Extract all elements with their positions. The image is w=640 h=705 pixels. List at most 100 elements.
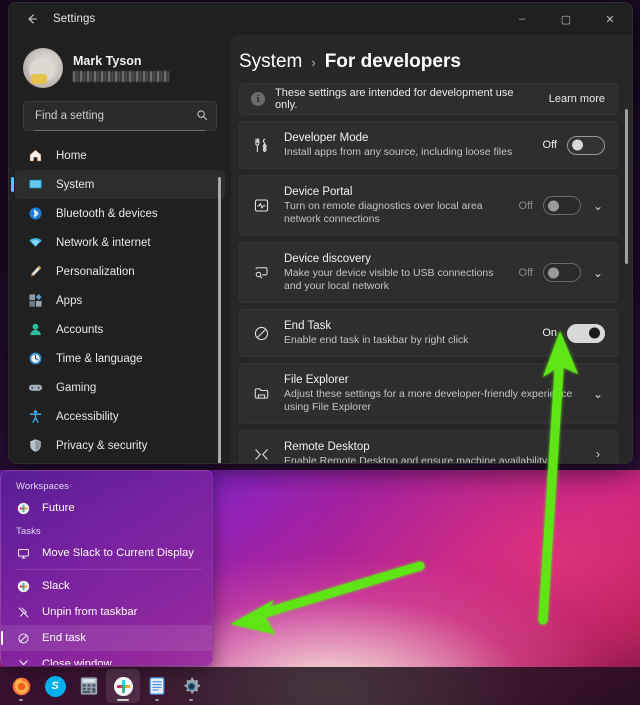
sidebar-item-label: System — [56, 179, 94, 191]
setting-description: Make your device visible to USB connecti… — [284, 267, 507, 293]
maximize-button[interactable]: ▢ — [544, 3, 588, 35]
learn-more-link[interactable]: Learn more — [549, 93, 605, 105]
account-section[interactable]: Mark Tyson — [9, 37, 231, 95]
context-item-unpin-from-taskbar[interactable]: Unpin from taskbar — [1, 599, 212, 625]
taskbar-item-slack[interactable] — [106, 669, 140, 703]
sidebar-item-accounts[interactable]: Accounts — [15, 315, 225, 344]
setting-row-developer-mode[interactable]: Developer Mode Install apps from any sou… — [239, 121, 618, 169]
sidebar-item-accessibility[interactable]: Accessibility — [15, 402, 225, 431]
toggle-state-label: Off — [543, 139, 557, 151]
chevron-right-icon[interactable]: › — [591, 447, 605, 461]
accessibility-icon — [27, 408, 44, 425]
setting-text: End Task Enable end task in taskbar by r… — [284, 319, 530, 347]
toggle-state-label: Off — [519, 267, 533, 279]
setting-text: Device discovery Make your device visibl… — [284, 252, 507, 293]
sidebar-scrollbar[interactable] — [218, 177, 221, 464]
taskbar: S — [0, 667, 640, 705]
close-icon — [16, 658, 30, 667]
taskbar-item-notepad[interactable] — [140, 669, 174, 703]
system-icon — [27, 176, 44, 193]
taskbar-item-skype[interactable]: S — [38, 669, 72, 703]
context-item-close-window[interactable]: Close window — [1, 651, 212, 666]
settings-sidebar: Mark Tyson Find a setting — [9, 35, 231, 464]
close-button[interactable]: ✕ — [588, 3, 632, 35]
context-item-future[interactable]: Future — [1, 495, 212, 521]
toggle-knob — [572, 140, 583, 151]
setting-text: File Explorer Adjust these settings for … — [284, 373, 579, 414]
chevron-down-icon[interactable]: ⌄ — [591, 199, 605, 213]
sidebar-nav-list: Home System Bluetooth & devices — [9, 141, 231, 460]
context-group-tasks: Tasks — [1, 521, 212, 540]
setting-title: Developer Mode — [284, 131, 531, 145]
back-arrow-icon[interactable] — [17, 6, 47, 32]
sidebar-item-label: Apps — [56, 295, 82, 307]
setting-description: Enable end task in taskbar by right clic… — [284, 334, 530, 347]
account-icon — [27, 321, 44, 338]
avatar — [23, 48, 63, 88]
setting-row-remote-desktop[interactable]: Remote Desktop Enable Remote Desktop and… — [239, 430, 618, 464]
toggle-state-label: Off — [519, 200, 533, 212]
clock-icon — [27, 350, 44, 367]
device-discovery-toggle[interactable] — [543, 263, 581, 282]
setting-row-end-task[interactable]: End Task Enable end task in taskbar by r… — [239, 309, 618, 357]
shield-icon — [27, 437, 44, 454]
brush-icon — [27, 263, 44, 280]
breadcrumb-parent[interactable]: System — [239, 51, 302, 73]
minimize-button[interactable]: – — [500, 3, 544, 35]
taskbar-item-firefox[interactable] — [4, 669, 38, 703]
setting-control: Off ⌄ — [519, 196, 605, 215]
slack-icon — [16, 580, 30, 593]
sidebar-item-apps[interactable]: Apps — [15, 286, 225, 315]
settings-window: Settings – ▢ ✕ Mark Tyson Find a setting — [8, 2, 633, 464]
setting-control: ⌄ — [591, 387, 605, 401]
context-group-workspaces: Workspaces — [1, 476, 212, 495]
main-scrollbar[interactable] — [625, 109, 628, 264]
apps-icon — [27, 292, 44, 309]
search-input[interactable]: Find a setting — [23, 101, 217, 131]
chevron-down-icon[interactable]: ⌄ — [591, 266, 605, 280]
toggle-knob — [589, 328, 600, 339]
setting-title: Device Portal — [284, 185, 507, 199]
sidebar-item-label: Gaming — [56, 382, 96, 394]
end-task-toggle[interactable] — [567, 324, 605, 343]
main-content-pane: System › For developers i These settings… — [231, 35, 632, 464]
sidebar-item-personalization[interactable]: Personalization — [15, 257, 225, 286]
sidebar-item-label: Personalization — [56, 266, 135, 278]
taskbar-active-indicator — [117, 699, 129, 701]
info-banner-text: These settings are intended for developm… — [275, 87, 539, 111]
toggle-knob — [548, 267, 559, 278]
sidebar-item-label: Privacy & security — [56, 440, 147, 452]
setting-row-file-explorer[interactable]: File Explorer Adjust these settings for … — [239, 363, 618, 424]
sidebar-item-home[interactable]: Home — [15, 141, 225, 170]
search-placeholder: Find a setting — [35, 110, 196, 122]
taskbar-running-indicator — [19, 699, 23, 701]
taskbar-running-indicator — [155, 699, 159, 701]
search-icon — [196, 109, 208, 124]
sidebar-item-time-language[interactable]: Time & language — [15, 344, 225, 373]
sidebar-item-label: Accessibility — [56, 411, 119, 423]
context-item-move-slack-to-current-display[interactable]: Move Slack to Current Display — [1, 540, 212, 566]
context-item-label: Future — [42, 502, 75, 514]
developer-mode-toggle[interactable] — [567, 136, 605, 155]
context-item-slack[interactable]: Slack — [1, 573, 212, 599]
context-item-end-task[interactable]: End task — [1, 625, 212, 651]
device-portal-toggle[interactable] — [543, 196, 581, 215]
context-item-label: End task — [42, 632, 86, 644]
sidebar-item-privacy-security[interactable]: Privacy & security — [15, 431, 225, 460]
setting-row-device-portal[interactable]: Device Portal Turn on remote diagnostics… — [239, 175, 618, 236]
chevron-down-icon[interactable]: ⌄ — [591, 387, 605, 401]
slack-icon — [16, 502, 30, 515]
end-task-icon — [16, 632, 30, 645]
setting-row-device-discovery[interactable]: Device discovery Make your device visibl… — [239, 242, 618, 303]
toggle-state-label: On — [542, 327, 557, 339]
sidebar-item-bluetooth-devices[interactable]: Bluetooth & devices — [15, 199, 225, 228]
slack-icon — [113, 676, 134, 697]
taskbar-item-settings[interactable] — [174, 669, 208, 703]
search-container: Find a setting — [9, 95, 231, 131]
sidebar-item-network-internet[interactable]: Network & internet — [15, 228, 225, 257]
taskbar-item-calculator[interactable] — [72, 669, 106, 703]
sidebar-item-gaming[interactable]: Gaming — [15, 373, 225, 402]
sidebar-item-system[interactable]: System — [15, 170, 225, 199]
taskbar-running-indicator — [189, 699, 193, 701]
context-item-label: Unpin from taskbar — [42, 606, 137, 618]
